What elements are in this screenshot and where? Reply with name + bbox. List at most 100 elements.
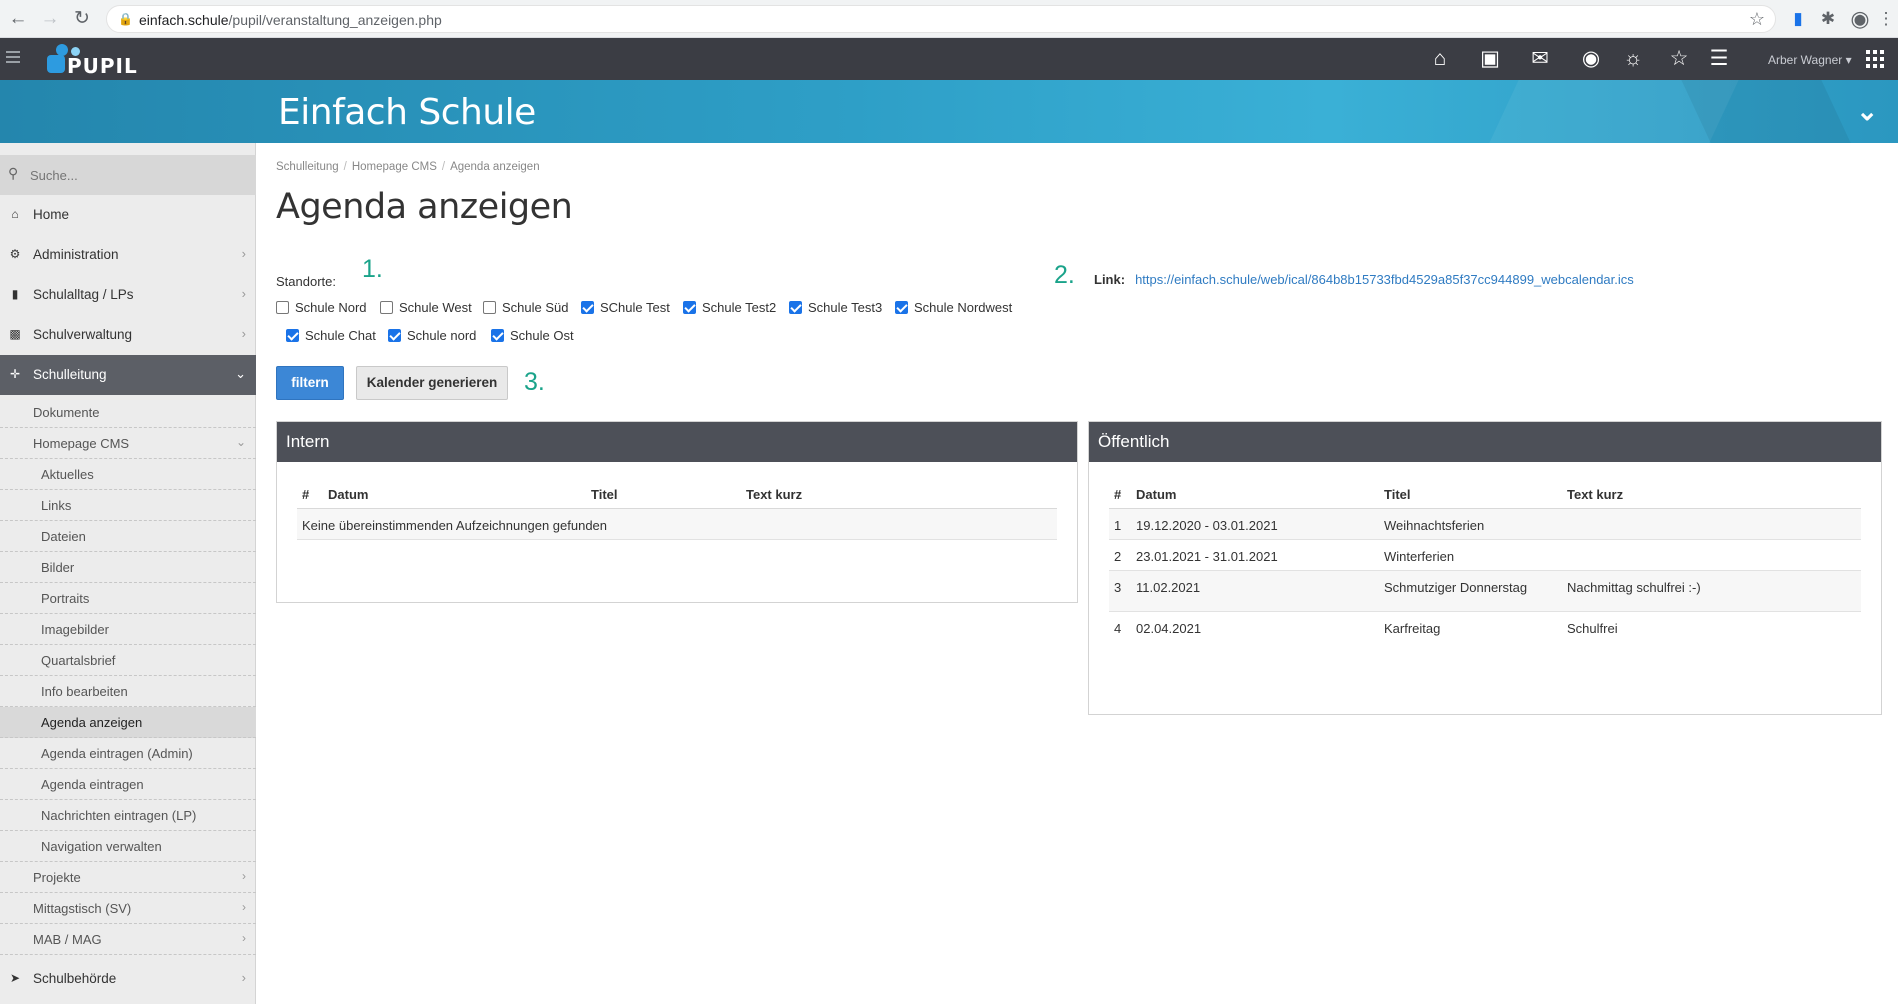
puzzle-icon[interactable]: ✱ [1816,7,1840,31]
intern-panel: Intern # Datum Titel Text kurz Keine übe… [276,421,1078,603]
forward-icon[interactable]: → [38,7,62,31]
location-checkbox[interactable]: Schule Chat [286,328,376,343]
signpost-icon: ✛ [9,367,21,381]
outlook-icon[interactable]: ✉ [1525,46,1555,72]
annotation-number-1: 1. [362,255,383,283]
annotation-number-3: 3. [524,368,545,396]
checkbox-box[interactable] [483,301,496,314]
location-checkbox[interactable]: Schule Test3 [789,300,882,315]
extension-icon[interactable]: ▮ [1786,7,1810,31]
sidebar-sub-agenda-anzeigen[interactable]: Agenda anzeigen [0,707,256,738]
chevron-down-icon: ⌄ [235,435,246,449]
calendar-link[interactable]: https://einfach.schule/web/ical/864b8b15… [1135,272,1634,287]
sidebar-sub-agenda-eintragen-admin[interactable]: Agenda eintragen (Admin) [0,738,256,769]
sidebar-sub-links[interactable]: Links [0,490,256,521]
chevron-down-icon[interactable]: ⌄ [1856,96,1878,127]
reload-icon[interactable]: ↻ [70,7,94,31]
lock-icon: 🔒 [118,12,133,26]
location-arrow-icon: ➤ [9,971,21,985]
sidebar-sub-info-bearbeiten[interactable]: Info bearbeiten [0,676,256,707]
location-checkbox[interactable]: Schule Test2 [683,300,776,315]
sidebar-sub-aktuelles[interactable]: Aktuelles [0,459,256,490]
location-checkbox[interactable]: SChule Test [581,300,670,315]
sidebar-sub-dateien[interactable]: Dateien [0,521,256,552]
star-icon[interactable]: ☆ [1664,46,1694,72]
breadcrumb-item[interactable]: Schulleitung [276,161,339,173]
address-bar[interactable]: 🔒 einfach.schule/pupil/veranstaltung_anz… [106,5,1776,33]
location-checkbox[interactable]: Schule Süd [483,300,569,315]
chevron-right-icon: › [241,286,246,301]
search-input[interactable] [30,163,245,187]
sidebar-sub-agenda-eintragen[interactable]: Agenda eintragen [0,769,256,800]
page-title: Agenda anzeigen [276,187,573,227]
lightbulb-icon[interactable]: ☼ [1618,46,1648,72]
location-checkbox[interactable]: Schule Nordwest [895,300,1012,315]
profile-icon[interactable]: ◉ [1848,7,1872,31]
sidebar-item-schulverwaltung[interactable]: ▩ Schulverwaltung › [0,315,256,355]
chevron-right-icon: › [241,326,246,341]
user-menu[interactable]: Arber Wagner ▾ [1768,53,1852,67]
sidebar-item-schulleitung[interactable]: ✛ Schulleitung ⌄ [0,355,256,395]
table-row[interactable]: 1 19.12.2020 - 03.01.2021 Weihnachtsferi… [1109,509,1861,540]
school-title: Einfach Schule [278,92,536,133]
sidebar-sub-mittagstisch[interactable]: Mittagstisch (SV) › [0,893,256,924]
sidebar-sub-projekte[interactable]: Projekte › [0,862,256,893]
location-checkbox[interactable]: Schule nord [388,328,476,343]
table-row[interactable]: 3 11.02.2021 Schmutziger Donnerstag Nach… [1109,571,1861,612]
table-row[interactable]: 4 02.04.2021 Karfreitag Schulfrei [1109,612,1861,643]
sidebar-item-administration[interactable]: ⚙ Administration › [0,235,256,275]
pupil-logo[interactable]: PUPIL [44,41,137,78]
filter-button[interactable]: filtern [276,366,344,400]
annotation-number-2: 2. [1054,261,1075,289]
chevron-right-icon: › [242,900,246,914]
sidebar-item-schulbehoerde[interactable]: ➤ Schulbehörde › [0,959,256,999]
checkbox-box[interactable] [895,301,908,314]
school-banner: Einfach Schule ⌄ [0,80,1898,143]
back-icon[interactable]: ← [6,7,30,31]
sidebar-sub-nachrichten-eintragen[interactable]: Nachrichten eintragen (LP) [0,800,256,831]
checkbox-box[interactable] [276,301,289,314]
menu-dots-icon[interactable]: ⋮ [1874,7,1898,31]
sidebar-sub-quartalsbrief[interactable]: Quartalsbrief [0,645,256,676]
breadcrumb-item[interactable]: Homepage CMS [352,161,437,173]
bookmark-icon: ▮ [11,287,19,301]
generate-calendar-button[interactable]: Kalender generieren [356,366,508,400]
sidebar: ⚲ ⌂ Home ⚙ Administration › ▮ Schulallta… [0,143,256,1004]
home-icon: ⌂ [11,207,19,221]
checkbox-box[interactable] [286,329,299,342]
sidebar-item-home[interactable]: ⌂ Home [0,195,256,235]
bookmark-star-icon[interactable]: ☆ [1749,9,1765,30]
table-row[interactable]: 2 23.01.2021 - 31.01.2021 Winterferien [1109,540,1861,571]
checkbox-box[interactable] [789,301,802,314]
office-icon[interactable]: ▣ [1475,46,1505,72]
checkbox-box[interactable] [380,301,393,314]
sidebar-sub-navigation-verwalten[interactable]: Navigation verwalten [0,831,256,862]
sidebar-search[interactable]: ⚲ [0,155,256,195]
location-checkbox[interactable]: Schule Nord [276,300,367,315]
main-content: Schulleitung / Homepage CMS / Agenda anzeige… [276,143,1886,1004]
hamburger-icon[interactable] [6,51,20,65]
home-icon[interactable]: ⌂ [1425,46,1455,72]
sliders-icon[interactable]: ☰ [1704,46,1734,72]
breadcrumb-item-current: Agenda anzeigen [450,161,540,173]
chat-icon[interactable]: ◉ [1576,46,1606,72]
table-row-empty: Keine übereinstimmenden Aufzeichnungen g… [297,509,1057,540]
sidebar-sub-imagebilder[interactable]: Imagebilder [0,614,256,645]
search-icon: ⚲ [8,165,19,181]
sidebar-item-schulalltag[interactable]: ▮ Schulalltag / LPs › [0,275,256,315]
calendar-link-row: Link: https://einfach.schule/web/ical/864… [1094,272,1634,287]
sidebar-sub-mab-mag[interactable]: MAB / MAG › [0,924,256,955]
panel-title: Intern [277,422,1077,462]
location-checkbox[interactable]: Schule West [380,300,472,315]
sidebar-sub-dokumente[interactable]: Dokumente [0,397,256,428]
checkbox-box[interactable] [388,329,401,342]
checkbox-box[interactable] [491,329,504,342]
sidebar-sub-portraits[interactable]: Portraits [0,583,256,614]
gears-icon: ⚙ [9,247,21,261]
checkbox-box[interactable] [683,301,696,314]
sidebar-sub-bilder[interactable]: Bilder [0,552,256,583]
sidebar-sub-homepage-cms[interactable]: Homepage CMS ⌄ [0,428,256,459]
location-checkbox[interactable]: Schule Ost [491,328,574,343]
checkbox-box[interactable] [581,301,594,314]
apps-grid-icon[interactable] [1866,50,1884,68]
